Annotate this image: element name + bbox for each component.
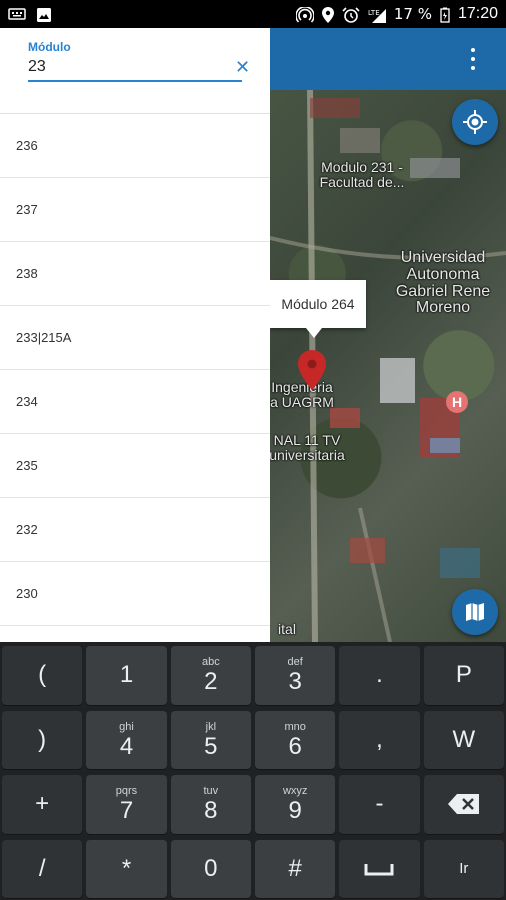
space-icon — [364, 863, 394, 876]
key-10[interactable]: , — [339, 710, 420, 769]
key-2[interactable]: abc 2 — [170, 646, 251, 705]
key-sub-label: jkl — [205, 720, 217, 733]
marker-info-window[interactable]: Módulo 264 — [270, 280, 366, 338]
list-item[interactable]: 237 — [0, 178, 270, 242]
key-label: , — [376, 725, 383, 753]
key-label: 6 — [288, 732, 302, 760]
key-12[interactable]: + — [2, 775, 83, 834]
key-8[interactable]: jkl 5 — [170, 710, 251, 769]
key-label: 3 — [288, 668, 302, 696]
key-label: 0 — [204, 854, 218, 882]
key-3[interactable]: def 3 — [255, 646, 336, 705]
map-label-canal: NAL 11 TV universitaria — [269, 432, 345, 463]
battery-icon — [440, 7, 450, 23]
key-16[interactable]: - — [339, 775, 420, 834]
my-location-icon — [463, 110, 487, 134]
list-item[interactable]: 233|215A — [0, 306, 270, 370]
map-layers-button[interactable] — [452, 589, 498, 635]
battery-label: 17 % — [393, 5, 432, 23]
key-label: ( — [38, 661, 47, 689]
key-6[interactable]: ) — [2, 710, 83, 769]
key-sub-label: tuv — [203, 785, 219, 798]
key-4[interactable]: . — [339, 646, 420, 705]
backspace-icon — [447, 794, 479, 815]
hospital-icon: H — [446, 391, 468, 413]
key-label: / — [38, 854, 46, 882]
key-label: 9 — [288, 797, 302, 825]
key-sub-label: pqrs — [115, 785, 138, 798]
map-label-bottom: ital — [278, 621, 296, 637]
my-location-button[interactable] — [452, 99, 498, 145]
key-sub-label: mno — [284, 720, 306, 733]
result-list: 236 237 238 233|215A 234 235 232 230 — [0, 114, 270, 626]
list-item[interactable]: 238 — [0, 242, 270, 306]
key-label: . — [376, 661, 383, 689]
key-label: + — [35, 790, 50, 818]
key-label: 8 — [204, 797, 218, 825]
search-field[interactable]: ✕ — [28, 54, 250, 82]
key-label: 2 — [204, 668, 218, 696]
key-sub-label: def — [287, 656, 303, 669]
key-15[interactable]: wxyz 9 — [255, 775, 336, 834]
key-label: Ir — [459, 860, 469, 878]
list-item[interactable]: 235 — [0, 434, 270, 498]
backspace-key[interactable] — [423, 775, 504, 834]
hotspot-icon — [295, 6, 315, 23]
map-marker-icon[interactable] — [298, 350, 326, 390]
search-box: Módulo ✕ — [0, 28, 270, 114]
key-label: W — [452, 725, 476, 753]
map-icon — [466, 603, 484, 621]
key-label: P — [455, 661, 472, 689]
numeric-keyboard: (1 abc 2 def 3. P) ghi 4 jkl 5 mno 6, W + pqrs 7 tuv 8 wxy… — [0, 642, 506, 900]
list-item[interactable]: 236 — [0, 114, 270, 178]
search-label: Módulo — [28, 40, 71, 54]
key-label: # — [288, 854, 302, 882]
key-23[interactable]: Ir — [423, 839, 504, 898]
key-18[interactable]: / — [2, 839, 83, 898]
overflow-menu-icon[interactable] — [470, 48, 476, 70]
search-panel: Módulo ✕ 236237238233|215A234235232230 — [0, 28, 270, 642]
status-bar: LTE 17 % 17:20 — [0, 0, 506, 28]
list-item[interactable]: 232 — [0, 498, 270, 562]
key-11[interactable]: W — [423, 710, 504, 769]
info-window-title: Módulo 264 — [281, 296, 355, 312]
app-bar — [270, 28, 506, 90]
key-19[interactable]: * — [86, 839, 167, 898]
key-14[interactable]: tuv 8 — [170, 775, 251, 834]
map-label-modulo-231: Modulo 231 - Facultad de... — [319, 159, 405, 190]
key-label: 1 — [119, 661, 134, 689]
search-input[interactable] — [28, 58, 235, 76]
key-0[interactable]: ( — [2, 646, 83, 705]
key-sub-label: ghi — [119, 720, 134, 733]
data-roaming-icon: LTE — [368, 7, 386, 23]
key-sub-label: abc — [201, 656, 220, 669]
location-icon — [321, 7, 334, 23]
screen: LTE 17 % 17:20 Modulo 231 - Facultad de.… — [0, 0, 506, 900]
list-item[interactable]: 230 — [0, 562, 270, 626]
key-label: * — [121, 854, 132, 882]
key-sub-label: wxyz — [282, 785, 308, 798]
key-label: - — [375, 790, 384, 818]
image-icon — [36, 7, 54, 22]
key-label: ) — [38, 725, 47, 753]
clock: 17:20 — [457, 5, 498, 22]
svg-text:LTE: LTE — [368, 9, 380, 17]
key-1[interactable]: 1 — [86, 646, 167, 705]
alarm-icon — [342, 7, 360, 23]
key-7[interactable]: ghi 4 — [86, 710, 167, 769]
key-5[interactable]: P — [423, 646, 504, 705]
keyboard-icon — [8, 7, 26, 21]
list-item[interactable]: 234 — [0, 370, 270, 434]
close-icon[interactable]: ✕ — [235, 57, 250, 78]
key-label: 5 — [204, 732, 218, 760]
map-label-university: Universidad Autonoma Gabriel Rene Moreno — [395, 249, 491, 317]
key-13[interactable]: pqrs 7 — [86, 775, 167, 834]
hospital-badge-label: H — [451, 394, 463, 410]
key-label: 4 — [119, 732, 134, 760]
key-9[interactable]: mno 6 — [255, 710, 336, 769]
key-21[interactable]: # — [255, 839, 336, 898]
space-key[interactable] — [339, 839, 420, 898]
key-label: 7 — [119, 797, 134, 825]
key-20[interactable]: 0 — [170, 839, 251, 898]
